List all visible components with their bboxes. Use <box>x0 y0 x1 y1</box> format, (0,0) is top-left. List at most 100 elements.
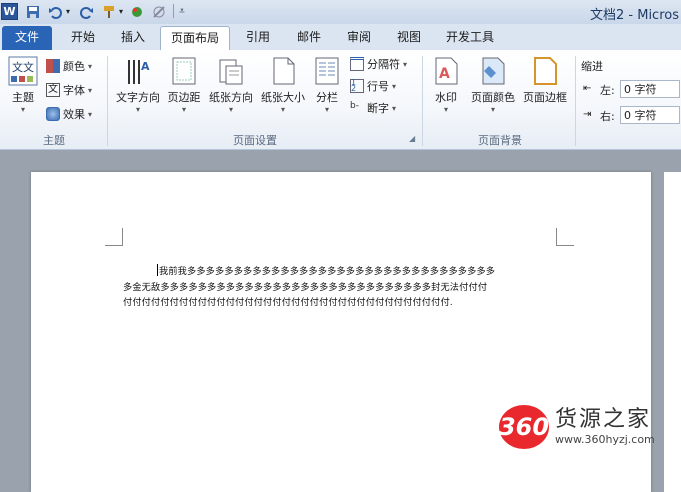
svg-text:A: A <box>439 66 450 82</box>
save-icon[interactable] <box>26 3 40 20</box>
svg-text:文文: 文文 <box>12 60 34 74</box>
columns-button[interactable]: 分栏 ▾ <box>312 56 342 115</box>
indent-left-field[interactable]: 0 字符 <box>620 80 680 98</box>
effects-button[interactable]: 效果 ▾ <box>46 106 92 122</box>
size-button[interactable]: 纸张大小 ▾ <box>258 56 308 115</box>
hyphenation-icon: b- <box>350 101 359 111</box>
line-text: 我前我多多多多多多多多多多多多多多多多多多多多多多多多多多多多多多多多多 <box>159 266 496 277</box>
document-body[interactable]: 我前我多多多多多多多多多多多多多多多多多多多多多多多多多多多多多多多多多 多金无… <box>123 264 558 311</box>
page-color-label: 页面颜色 <box>471 91 515 104</box>
tab-mailings[interactable]: 邮件 <box>286 26 332 50</box>
fonts-label: 字体 <box>63 84 85 97</box>
watermark-icon: A <box>435 57 458 85</box>
redo-icon[interactable] <box>80 3 94 20</box>
line-numbers-button[interactable]: 12 行号 ▾ <box>350 78 396 94</box>
paragraph-line: 我前我多多多多多多多多多多多多多多多多多多多多多多多多多多多多多多多多多 <box>123 264 558 280</box>
margins-button[interactable]: 页边距 ▾ <box>164 56 204 115</box>
page-borders-icon <box>534 57 557 85</box>
indent-right-icon: ⇥ <box>583 109 592 120</box>
margins-icon <box>172 57 196 85</box>
page-setup-launcher-icon[interactable]: ◢ <box>409 134 415 143</box>
line-text: 付付付付付付付付付付付付付付付付付付付付付付付付付付付付付付付付付付付. <box>123 297 453 308</box>
site-name: 货源之家 <box>555 407 652 432</box>
clear-format-icon[interactable] <box>152 3 166 20</box>
site-url: www.360hyzj.com <box>555 433 655 446</box>
color-icon[interactable] <box>130 3 144 20</box>
breaks-button[interactable]: 分隔符 ▾ <box>350 56 407 72</box>
indent-left-label: ⇤ 左: <box>583 82 615 98</box>
themes-icon: 文文 <box>8 56 38 86</box>
title-bar: W ▾ ▾ ⩡ 文档2 - Micros <box>0 0 681 24</box>
themes-button[interactable]: 文文 主题 ▾ <box>6 56 40 115</box>
line-numbers-label: 行号 <box>367 80 389 93</box>
page-borders-label: 页面边框 <box>523 91 567 104</box>
ribbon: 文文 主题 ▾ 颜色 ▾ 文 字体 ▾ 效果 ▾ 主题 A 文字方向 ▾ 页边距 ▾ <box>0 50 681 150</box>
indent-left-icon: ⇤ <box>583 83 592 94</box>
colors-icon <box>46 59 60 73</box>
text-direction-icon: A <box>128 60 150 84</box>
size-label: 纸张大小 <box>261 91 305 104</box>
orientation-label: 纸张方向 <box>209 91 253 104</box>
tab-home[interactable]: 开始 <box>60 26 106 50</box>
indent-right-text: 右: <box>600 110 615 123</box>
breaks-label: 分隔符 <box>367 58 400 71</box>
indent-right-field[interactable]: 0 字符 <box>620 106 680 124</box>
page-borders-button[interactable]: 页面边框 <box>520 56 570 105</box>
themes-label: 主题 <box>12 91 34 104</box>
tab-developer[interactable]: 开发工具 <box>438 26 502 50</box>
quick-access-separator <box>173 4 174 18</box>
word-logo-icon[interactable]: W <box>1 3 18 20</box>
effects-icon <box>46 107 60 121</box>
paragraph-line: 多金无敌多多多多多多多多多多多多多多多多多多多多多多多多多多多多多封无法付付付 <box>123 280 558 296</box>
fonts-button[interactable]: 文 字体 ▾ <box>46 82 92 98</box>
size-icon <box>273 57 295 85</box>
line-text: 多金无敌多多多多多多多多多多多多多多多多多多多多多多多多多多多多多封无法付付付 <box>123 281 488 293</box>
hyphenation-button[interactable]: b- 断字 ▾ <box>350 100 396 116</box>
tab-insert[interactable]: 插入 <box>110 26 156 50</box>
undo-icon[interactable] <box>48 3 62 20</box>
indent-heading: 缩进 <box>581 60 603 73</box>
undo-dropdown-icon[interactable]: ▾ <box>64 3 72 20</box>
colors-button[interactable]: 颜色 ▾ <box>46 58 92 74</box>
effects-label: 效果 <box>63 108 85 121</box>
watermark-button[interactable]: A 水印 ▾ <box>428 56 464 115</box>
page-color-icon <box>482 57 505 85</box>
margin-corner-mark <box>105 228 123 246</box>
orientation-icon <box>219 59 243 85</box>
customize-icon[interactable]: ⩡ <box>177 3 187 20</box>
group-separator <box>575 56 576 146</box>
site-watermark: 360 货源之家 www.360hyzj.com <box>499 405 655 449</box>
fonts-icon: 文 <box>46 83 60 97</box>
indent-right-label: ⇥ 右: <box>583 108 615 124</box>
breaks-icon <box>350 57 364 71</box>
page-setup-group-label: 页面设置 <box>233 134 277 147</box>
margin-corner-mark <box>556 228 574 246</box>
page-color-button[interactable]: 页面颜色 ▾ <box>468 56 518 115</box>
indent-left-text: 左: <box>600 84 615 97</box>
svg-text:A: A <box>141 60 150 73</box>
text-direction-button[interactable]: A 文字方向 ▾ <box>113 56 163 115</box>
theme-group-label: 主题 <box>43 134 65 147</box>
line-numbers-icon: 12 <box>350 79 364 93</box>
tab-review[interactable]: 审阅 <box>336 26 382 50</box>
watermark-label: 水印 <box>435 91 457 104</box>
columns-label: 分栏 <box>316 91 338 104</box>
paragraph-line: 付付付付付付付付付付付付付付付付付付付付付付付付付付付付付付付付付付付. <box>123 295 558 311</box>
colors-label: 颜色 <box>63 60 85 73</box>
orientation-button[interactable]: 纸张方向 ▾ <box>205 56 257 115</box>
format-dropdown-icon[interactable]: ▾ <box>117 3 125 20</box>
margins-label: 页边距 <box>167 91 201 104</box>
tab-file[interactable]: 文件 <box>2 26 52 50</box>
tab-page-layout[interactable]: 页面布局 <box>160 26 230 51</box>
group-separator <box>422 56 423 146</box>
tab-references[interactable]: 引用 <box>235 26 281 50</box>
text-cursor <box>157 264 158 276</box>
text-direction-label: 文字方向 <box>116 91 160 104</box>
hyphenation-label: 断字 <box>367 102 389 115</box>
window-title: 文档2 - Micros <box>590 8 679 23</box>
page-background-group-label: 页面背景 <box>478 134 522 147</box>
tab-view[interactable]: 视图 <box>386 26 432 50</box>
columns-icon <box>315 57 339 85</box>
ribbon-tabs: 文件 开始 插入 页面布局 引用 邮件 审阅 视图 开发工具 <box>0 24 681 51</box>
format-painter-icon[interactable] <box>102 3 116 20</box>
